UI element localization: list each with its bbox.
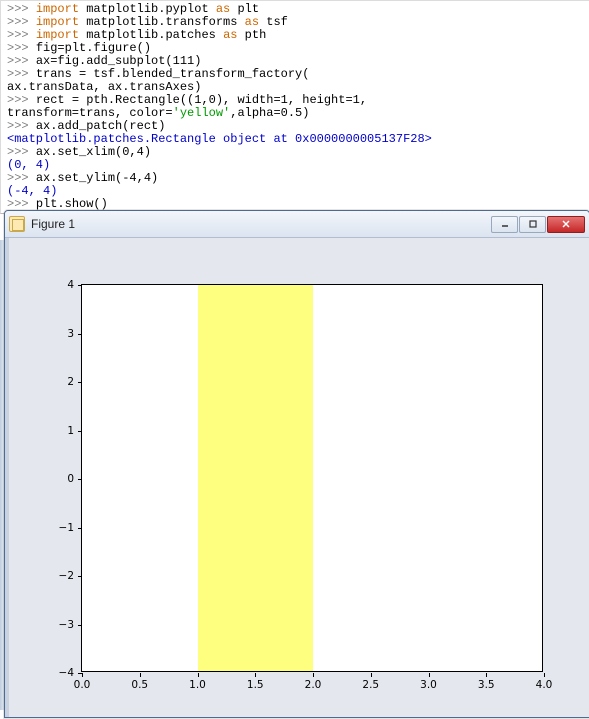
code-token: matplotlib.pyplot [79,2,216,16]
x-tick-label: 0.5 [131,679,148,691]
y-tick [78,382,82,383]
python-console[interactable]: >>> import matplotlib.pyplot as plt >>> i… [0,0,589,214]
code-token: tsf [259,15,288,29]
code-token: >>> [7,197,36,211]
maximize-button[interactable] [519,216,546,233]
y-tick-label: −4 [48,667,74,679]
x-tick [486,673,487,677]
y-tick-label: 3 [48,328,74,340]
code-token: as [223,28,237,42]
x-tick-label: 0.0 [74,679,91,691]
highlight-rectangle [198,285,314,671]
x-tick-label: 4.0 [536,679,553,691]
code-token: import [36,2,79,16]
x-tick [313,673,314,677]
code-token: ax.set_xlim(0,4) [36,145,151,159]
code-token: rect = pth.Rectangle((1,0), width=1, hei… [36,93,367,107]
y-tick [78,528,82,529]
y-tick-label: 2 [48,376,74,388]
x-tick [140,673,141,677]
axes: 0.00.51.01.52.02.53.03.54.0−4−3−2−101234 [81,284,543,672]
x-tick-label: 3.5 [478,679,495,691]
figure-body: 0.0 0.5 1.0 1.5 2.0 2.5 3.0 3.5 4.0 −4 −3 −2 −1 0 1 2 3 4 [5,238,589,717]
code-token: plt.show() [36,197,108,211]
code-token: pth [237,28,266,42]
app-icon [9,216,25,232]
code-token: ax.set_ylim(-4,4) [36,171,158,185]
x-tick-label: 2.0 [305,679,322,691]
x-tick [544,673,545,677]
code-token: >>> [7,145,36,159]
code-token: 'yellow' [173,106,231,120]
code-token: (-4, 4) [7,184,57,198]
y-tick [78,625,82,626]
console-line: >>> ax.set_xlim(0,4) [7,146,583,159]
code-token: >>> [7,15,36,29]
figure-window: Figure 1 0.0 0.5 1.0 1.5 2.0 2.5 3.0 3.5 4.0 −4 −3… [4,210,589,718]
code-token: >>> [7,2,36,16]
code-token: (0, 4) [7,158,50,172]
x-tick [371,673,372,677]
window-titlebar[interactable]: Figure 1 [5,211,589,238]
x-tick [198,673,199,677]
code-token: <matplotlib.patches.Rectangle object at … [7,132,432,146]
y-tick [78,431,82,432]
y-tick [78,673,82,674]
x-tick-label: 3.0 [420,679,437,691]
y-tick-label: −1 [48,522,74,534]
code-token: ,alpha=0.5) [230,106,309,120]
code-token: ax.transData, ax.transAxes) [7,80,201,94]
code-token: >>> [7,28,36,42]
window-buttons [490,216,585,233]
x-tick-label: 1.0 [189,679,206,691]
code-token: as [216,2,230,16]
y-tick-label: −2 [48,570,74,582]
close-button[interactable] [547,216,585,233]
code-token: transform=trans, color= [7,106,173,120]
code-token: trans = tsf.blended_transform_factory( [36,67,310,81]
y-tick-label: −3 [48,619,74,631]
console-line: >>> ax.set_ylim(-4,4) [7,172,583,185]
x-tick [82,673,83,677]
y-tick [78,285,82,286]
code-token: >>> [7,67,36,81]
code-token: as [245,15,259,29]
y-tick [78,576,82,577]
code-token: >>> [7,54,36,68]
code-token: matplotlib.transforms [79,15,245,29]
code-token: fig=plt.figure() [36,41,151,55]
close-icon [561,219,571,229]
y-tick-label: 1 [48,425,74,437]
code-token: plt [230,2,259,16]
code-token: >>> [7,119,36,133]
y-tick [78,334,82,335]
maximize-icon [528,219,538,229]
x-tick [255,673,256,677]
code-token: ax=fig.add_subplot(111) [36,54,202,68]
code-token: ax.add_patch(rect) [36,119,166,133]
x-tick [429,673,430,677]
plot-area: 0.00.51.01.52.02.53.03.54.0−4−3−2−101234 [53,270,573,712]
minimize-button[interactable] [491,216,518,233]
code-token: >>> [7,41,36,55]
code-token: matplotlib.patches [79,28,223,42]
y-tick-label: 0 [48,473,74,485]
x-tick-label: 1.5 [247,679,264,691]
code-token: import [36,15,79,29]
code-token: >>> [7,171,36,185]
y-tick-label: 4 [48,279,74,291]
x-tick-label: 2.5 [362,679,379,691]
code-token: >>> [7,93,36,107]
code-token: import [36,28,79,42]
window-title: Figure 1 [31,217,490,231]
minimize-icon [500,219,510,229]
y-tick [78,479,82,480]
